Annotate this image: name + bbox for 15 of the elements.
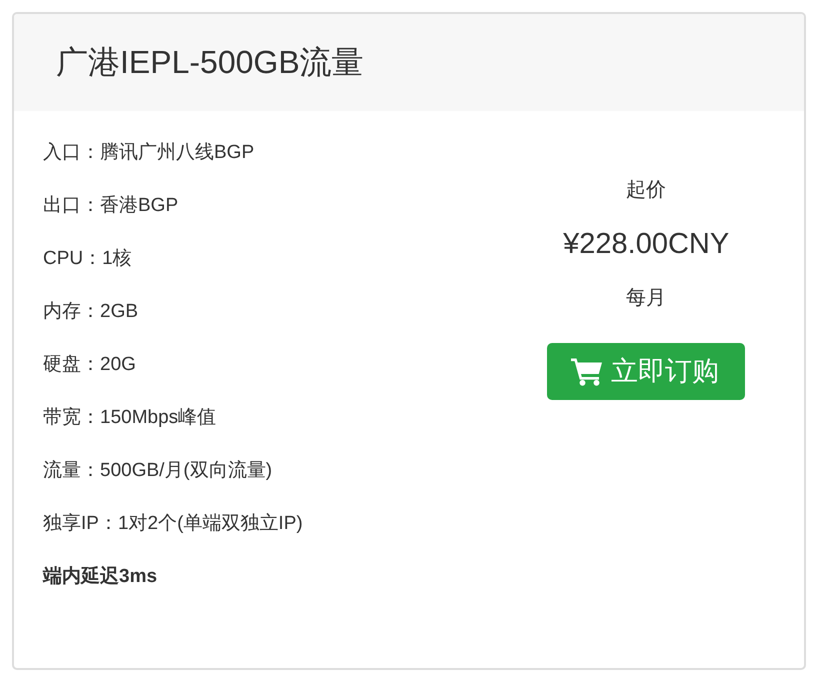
feature-line: 硬盘：20G: [43, 353, 137, 377]
price-label: 起价: [625, 178, 668, 203]
feature-line: 出口：香港BGP: [43, 194, 180, 218]
feature-line: 流量：500GB/月(双向流量): [43, 459, 274, 483]
feature-line: 带宽：150Mbps峰值: [43, 406, 218, 430]
plan-title: 广港IEPL-500GB流量: [56, 43, 364, 82]
billing-period: 每月: [625, 286, 668, 311]
order-button[interactable]: 立即订购: [547, 343, 746, 400]
feature-line: 独享IP：1对2个(单端双独立IP): [43, 512, 304, 536]
cart-icon: [571, 356, 604, 386]
feature-line: CPU：1核: [43, 247, 133, 271]
feature-line: 内存：2GB: [43, 300, 140, 324]
feature-line: 端内延迟3ms: [43, 564, 158, 589]
price-amount: ¥228.00CNY: [562, 227, 730, 262]
feature-line: 入口：腾讯广州八线BGP: [43, 141, 256, 165]
